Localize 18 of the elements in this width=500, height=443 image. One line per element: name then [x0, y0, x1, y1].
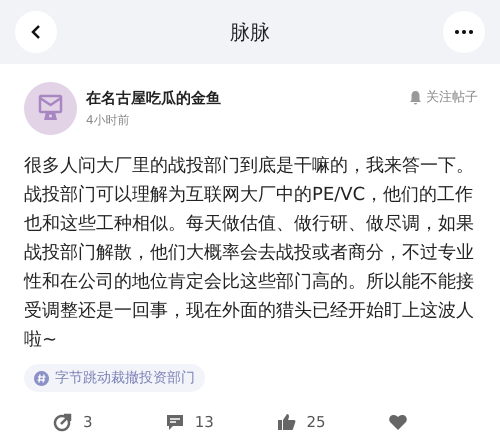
post-time: 4小时前: [86, 112, 131, 128]
avatar[interactable]: [24, 82, 77, 135]
back-icon: [29, 24, 43, 40]
more-button[interactable]: [443, 11, 485, 53]
author-name[interactable]: 在名古屋吃瓜的金鱼: [86, 88, 400, 108]
like-button[interactable]: 25: [276, 412, 388, 432]
header-title: 脉脉: [230, 18, 270, 46]
post-body: 很多人问大厂里的战投部门到底是干嘛的，我来答一下。战投部门可以理解为互联网大厂中的PE/VC，他们的工作也和这些工种相似。每天做估值、做行研、做尽调，如果战投部门解散，他们大概率会去战投或者商分，不过专业性和在公司的地位肯定会比这些部门高的。所以能不能接受调整还是一回事，现在外面的猎头已经开始盯上这波人啦~: [24, 154, 475, 352]
back-button[interactable]: [15, 11, 57, 53]
follow-button[interactable]: 关注帖子: [409, 88, 478, 106]
share-icon: [53, 412, 73, 432]
thumbs-up-icon: [276, 412, 296, 432]
hash-icon: [34, 370, 49, 386]
more-icon: [455, 30, 473, 34]
bell-icon: [409, 90, 422, 104]
comment-icon: [164, 412, 185, 432]
comment-button[interactable]: 13: [164, 412, 276, 432]
share-button[interactable]: 3: [53, 412, 165, 432]
